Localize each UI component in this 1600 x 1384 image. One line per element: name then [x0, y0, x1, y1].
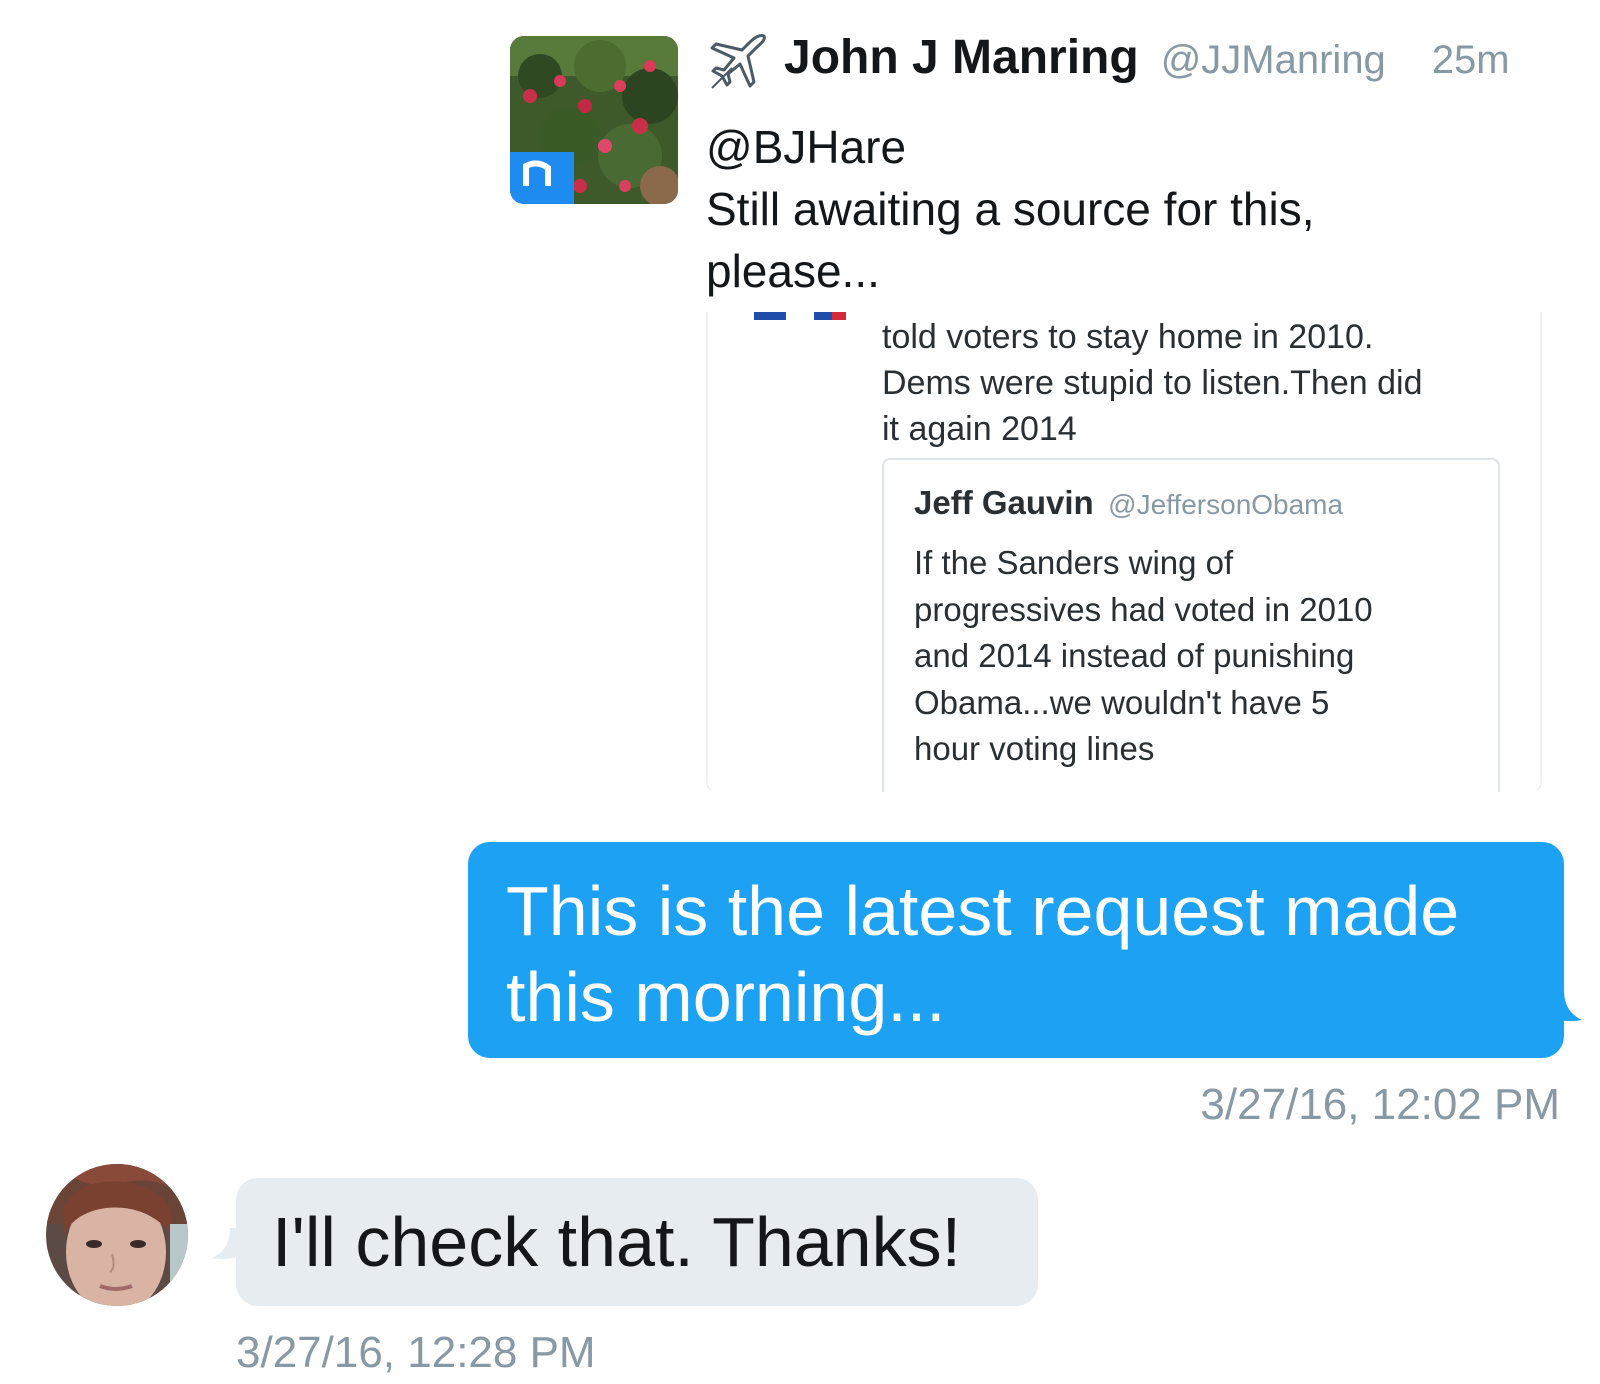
- incoming-message-text: I'll check that. Thanks!: [272, 1203, 962, 1281]
- outgoing-bubble-tail: [1550, 990, 1582, 1022]
- outgoing-message-text: This is the latest request made this mor…: [506, 868, 1526, 1040]
- tweet-header: John J Manring @JJManring 25m: [706, 30, 1510, 94]
- nested-text-line: If the Sanders wing of: [914, 544, 1234, 581]
- nested-text-line: hour voting lines: [914, 730, 1155, 767]
- message-text-line: this morning...: [506, 958, 946, 1036]
- nested-tweet-header: Jeff Gauvin @JeffersonObama: [914, 484, 1343, 522]
- shared-tweet-card[interactable]: John J Manring @JJManring 25m @BJHare St…: [510, 22, 1550, 792]
- tweet-timestamp: 25m: [1431, 38, 1510, 82]
- quoted-text-line: told voters to stay home in 2010.: [882, 318, 1374, 356]
- nested-text-line: progressives had voted in 2010: [914, 590, 1373, 628]
- tweet-text-line: please...: [706, 245, 880, 297]
- quoted-tweet-card[interactable]: told voters to stay home in 2010. Dems w…: [706, 312, 1542, 792]
- message-text-line: This is the latest request made: [506, 872, 1460, 950]
- nested-quoted-tweet[interactable]: Jeff Gauvin @JeffersonObama If the Sande…: [882, 458, 1500, 792]
- nested-author-name[interactable]: Jeff Gauvin: [914, 484, 1094, 521]
- sender-avatar[interactable]: [46, 1164, 188, 1306]
- tweet-text: @BJHare Still awaiting a source for this…: [706, 116, 1526, 302]
- outgoing-message-timestamp: 3/27/16, 12:02 PM: [1200, 1080, 1560, 1129]
- incoming-message-bubble[interactable]: I'll check that. Thanks!: [236, 1178, 1038, 1306]
- tweet-mention[interactable]: @BJHare: [706, 116, 1526, 178]
- incoming-message-timestamp: 3/27/16, 12:28 PM: [236, 1328, 596, 1377]
- tweet-text-line: Still awaiting a source for this,: [706, 183, 1315, 235]
- quoted-text-line: Dems were stupid to listen.Then did: [882, 364, 1423, 402]
- nested-author-handle[interactable]: @JeffersonObama: [1108, 489, 1343, 520]
- quoted-tweet-text: told voters to stay home in 2010. Dems w…: [882, 314, 1522, 452]
- tweet-author-handle[interactable]: @JJManring: [1161, 38, 1386, 83]
- tweet-author-name[interactable]: John J Manring: [784, 30, 1139, 85]
- nested-text-line: and 2014 instead of punishing: [914, 637, 1355, 674]
- quoted-text-line: it again 2014: [882, 410, 1077, 448]
- airplane-icon: [706, 30, 770, 94]
- nested-tweet-text: If the Sanders wing of progressives had …: [914, 540, 1484, 773]
- flag-emoji-icon: [754, 312, 850, 326]
- tweet-author-avatar[interactable]: [510, 36, 678, 204]
- outgoing-message-bubble[interactable]: This is the latest request made this mor…: [468, 842, 1564, 1058]
- nested-text-line: Obama...we wouldn't have 5: [914, 683, 1330, 721]
